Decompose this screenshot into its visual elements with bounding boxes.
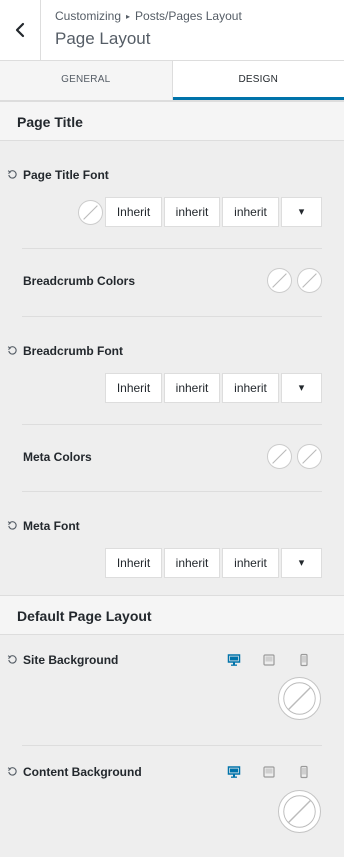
- chevron-left-icon: [15, 22, 25, 38]
- page-title-font-family[interactable]: Inherit: [105, 197, 162, 227]
- divider: [22, 248, 322, 249]
- desktop-icon[interactable]: [227, 765, 241, 779]
- tab-bar: GENERAL DESIGN: [0, 61, 344, 101]
- tab-general[interactable]: GENERAL: [0, 61, 173, 100]
- divider: [22, 491, 322, 492]
- divider: [22, 316, 322, 317]
- meta-font-family[interactable]: Inherit: [105, 548, 162, 578]
- no-color-icon: [283, 682, 316, 715]
- breadcrumb-colors-label: Breadcrumb Colors: [23, 274, 136, 288]
- meta-font-style[interactable]: inherit: [222, 548, 279, 578]
- meta-link-color-swatch[interactable]: [297, 444, 322, 469]
- site-background-color-swatch[interactable]: [278, 677, 321, 720]
- page-title-font-color-swatch[interactable]: [78, 200, 103, 225]
- section-page-title: Page Title: [0, 101, 344, 141]
- customizer-header: Customizing ▸ Posts/Pages Layout Page Layo…: [0, 0, 344, 61]
- breadcrumb-font-family[interactable]: Inherit: [105, 373, 162, 403]
- breadcrumb-parent: Posts/Pages Layout: [135, 9, 242, 23]
- breadcrumb-font-label: Breadcrumb Font: [23, 344, 124, 358]
- no-color-icon: [302, 449, 317, 464]
- meta-font-weight[interactable]: inherit: [164, 548, 220, 578]
- reset-icon[interactable]: [7, 345, 18, 356]
- breadcrumb-font-weight[interactable]: inherit: [164, 373, 220, 403]
- divider: [22, 424, 322, 425]
- desktop-icon[interactable]: [227, 653, 241, 667]
- reset-icon[interactable]: [7, 520, 18, 531]
- tab-design[interactable]: DESIGN: [172, 61, 344, 100]
- page-title-font-label: Page Title Font: [23, 168, 109, 182]
- reset-icon[interactable]: [7, 766, 18, 777]
- mobile-icon[interactable]: [297, 653, 311, 667]
- page-title-font-style[interactable]: inherit: [222, 197, 279, 227]
- section-page-title-heading: Page Title: [17, 114, 83, 130]
- no-color-icon: [272, 449, 287, 464]
- breadcrumb-separator: ▸: [126, 12, 131, 21]
- reset-icon[interactable]: [7, 169, 18, 180]
- no-color-icon: [283, 795, 316, 828]
- meta-font-label: Meta Font: [23, 519, 80, 533]
- content-background-label: Content Background: [23, 765, 142, 779]
- meta-font-more-dropdown[interactable]: ▾: [281, 548, 322, 578]
- page-title-font-weight[interactable]: inherit: [164, 197, 220, 227]
- reset-icon[interactable]: [7, 654, 18, 665]
- no-color-icon: [302, 273, 317, 288]
- mobile-icon[interactable]: [297, 765, 311, 779]
- meta-colors-label: Meta Colors: [23, 450, 92, 464]
- tablet-icon[interactable]: [262, 765, 276, 779]
- no-color-icon: [83, 205, 98, 220]
- breadcrumb-root: Customizing: [55, 9, 122, 23]
- breadcrumb: Customizing ▸ Posts/Pages Layout: [55, 9, 242, 23]
- back-button[interactable]: [0, 0, 41, 60]
- meta-color-swatch[interactable]: [267, 444, 292, 469]
- site-background-label: Site Background: [23, 653, 119, 667]
- breadcrumb-font-style[interactable]: inherit: [222, 373, 279, 403]
- page-title: Page Layout: [55, 29, 151, 48]
- tablet-icon[interactable]: [262, 653, 276, 667]
- divider: [22, 745, 322, 746]
- breadcrumb-hover-color-swatch[interactable]: [297, 268, 322, 293]
- page-title-font-more-dropdown[interactable]: ▾: [281, 197, 322, 227]
- breadcrumb-font-more-dropdown[interactable]: ▾: [281, 373, 322, 403]
- section-default-page-layout-heading: Default Page Layout: [17, 608, 152, 624]
- content-background-color-swatch[interactable]: [278, 790, 321, 833]
- no-color-icon: [272, 273, 287, 288]
- breadcrumb-color-swatch[interactable]: [267, 268, 292, 293]
- section-default-page-layout: Default Page Layout: [0, 595, 344, 635]
